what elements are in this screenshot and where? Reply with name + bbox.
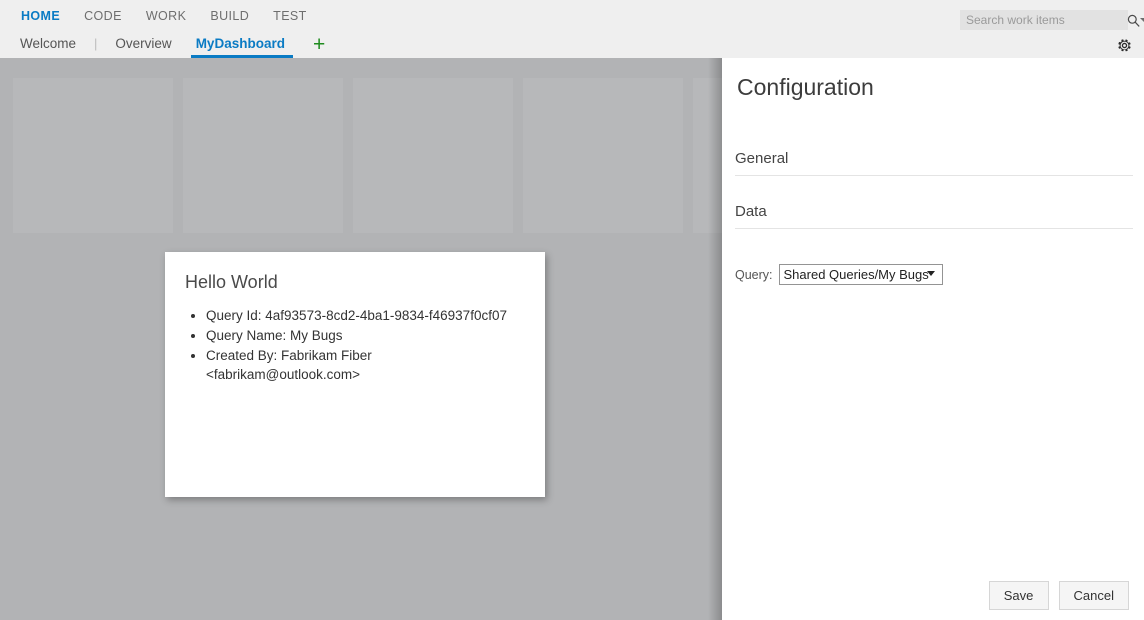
configuration-body: General Data Query: Shared Queries/My Bu… (735, 150, 1133, 285)
widget-placeholder-tile (353, 78, 513, 233)
tab-separator: | (88, 36, 103, 58)
settings-gear-icon[interactable] (1112, 34, 1136, 56)
primary-navigation: HOME CODE WORK BUILD TEST (0, 0, 319, 32)
widget-placeholder-row (13, 78, 722, 233)
dashboard-tabs: Welcome | Overview MyDashboard + (0, 32, 335, 58)
add-dashboard-button[interactable]: + (297, 37, 335, 58)
search-icon[interactable] (1127, 11, 1140, 29)
tab-mydashboard[interactable]: MyDashboard (184, 36, 297, 58)
configuration-panel: Configuration General Data Query: Shared… (722, 58, 1144, 620)
widget-placeholder-tile (183, 78, 343, 233)
search-box[interactable] (960, 10, 1128, 30)
widget-title: Hello World (185, 270, 525, 294)
widget-placeholder-tile (523, 78, 683, 233)
nav-item-test[interactable]: TEST (261, 0, 319, 32)
query-label: Query: (735, 268, 773, 282)
search-input[interactable] (960, 11, 1127, 29)
nav-item-work[interactable]: WORK (134, 0, 199, 32)
cancel-button[interactable]: Cancel (1059, 581, 1129, 610)
search-dropdown-chevron-down-icon[interactable] (1140, 11, 1144, 29)
list-item: Query Name: My Bugs (206, 326, 525, 345)
nav-item-build[interactable]: BUILD (198, 0, 261, 32)
dashboard-canvas: Hello World Query Id: 4af93573-8cd2-4ba1… (0, 58, 722, 620)
nav-item-home[interactable]: HOME (9, 0, 72, 32)
query-field-row: Query: Shared Queries/My Bugs (735, 264, 1133, 285)
tab-welcome[interactable]: Welcome (8, 36, 88, 58)
list-item: Query Id: 4af93573-8cd2-4ba1-9834-f46937… (206, 306, 525, 325)
query-select[interactable]: Shared Queries/My Bugs (779, 264, 943, 285)
query-select-wrapper[interactable]: Shared Queries/My Bugs (779, 264, 943, 285)
list-item: Created By: Fabrikam Fiber <fabrikam@out… (206, 346, 525, 384)
configuration-actions: Save Cancel (979, 581, 1129, 610)
section-header-data: Data (735, 203, 1133, 229)
application-root: HOME CODE WORK BUILD TEST Welcome | Over… (0, 0, 1144, 620)
nav-item-code[interactable]: CODE (72, 0, 134, 32)
save-button[interactable]: Save (989, 581, 1049, 610)
widget-placeholder-tile (13, 78, 173, 233)
tab-overview[interactable]: Overview (103, 36, 183, 58)
page-title: Configuration (737, 72, 874, 102)
panel-edge-shadow (708, 58, 722, 620)
section-header-general: General (735, 150, 1133, 176)
hello-world-widget[interactable]: Hello World Query Id: 4af93573-8cd2-4ba1… (165, 252, 545, 497)
widget-detail-list: Query Id: 4af93573-8cd2-4ba1-9834-f46937… (185, 306, 525, 384)
top-header: HOME CODE WORK BUILD TEST Welcome | Over… (0, 0, 1144, 58)
